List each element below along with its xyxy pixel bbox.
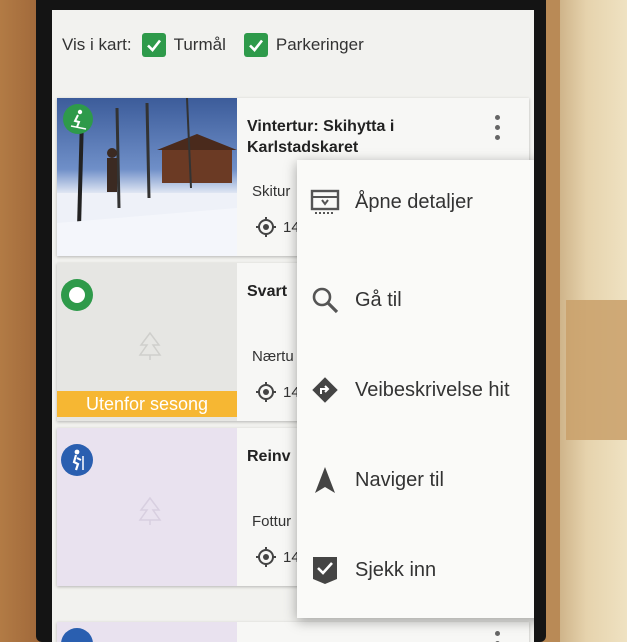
checkbox-checked-icon [243,33,268,57]
trip-type: Fottur [252,513,292,530]
trip-photo [57,98,237,256]
filter-label: Vis i kart: [62,35,132,54]
skiing-icon [63,104,93,134]
trip-distance: 14 [255,546,300,568]
menu-item-navigate[interactable]: Naviger til [297,450,534,510]
trip-type: Skitur [252,183,291,200]
hiking-icon [61,444,93,476]
menu-item-label: Sjekk inn [355,558,437,581]
location-icon [255,216,277,238]
app-screen: Vis i kart: Turmål Parkeringer Vintertur… [52,10,534,642]
open-details-icon [307,184,343,220]
background-tape [566,300,627,440]
ring-icon [61,279,93,311]
more-options-button[interactable] [487,112,507,142]
trip-placeholder-image [57,622,237,642]
out-of-season-badge: Utenfor sesong [57,391,237,417]
more-options-button[interactable] [487,628,507,642]
menu-item-check-in[interactable]: Sjekk inn [297,540,534,600]
location-icon [255,546,277,568]
menu-item-label: Åpne detaljer [355,190,473,213]
menu-item-open-details[interactable]: Åpne detaljer [297,172,534,232]
menu-item-go-to[interactable]: Gå til [297,270,534,330]
forest-placeholder-icon [137,496,163,531]
navigate-icon [307,462,343,498]
menu-item-label: Naviger til [355,468,444,491]
checkbox-checked-icon [141,33,166,57]
list-item[interactable] [57,622,529,642]
map-filter-bar: Vis i kart: Turmål Parkeringer [52,10,534,80]
trip-placeholder-image [57,428,237,586]
trip-distance: 14 [255,381,300,403]
filter-parkeringer-label: Parkeringer [275,35,364,54]
filter-turmal-label: Turmål [173,35,226,54]
filter-parkeringer-checkbox[interactable]: Parkeringer [243,33,364,57]
menu-item-label: Veibeskrivelse hit [355,378,510,401]
trip-placeholder-image: Utenfor sesong [57,263,237,421]
forest-placeholder-icon [137,331,163,366]
location-icon [255,381,277,403]
check-in-icon [307,552,343,588]
background-wall-left [0,0,40,642]
directions-icon [307,372,343,408]
menu-item-label: Gå til [355,288,402,311]
trip-distance: 14 [255,216,300,238]
menu-item-directions[interactable]: Veibeskrivelse hit [297,360,534,420]
hiking-icon [61,628,93,642]
search-icon [307,282,343,318]
trip-title: Vintertur: Skihytta i Karlstadskaret [247,118,395,156]
context-menu: Åpne detaljer Gå til Veibeskrivelse hit … [297,160,534,618]
trip-type: Nærtu [252,348,294,365]
filter-turmal-checkbox[interactable]: Turmål [141,33,226,57]
